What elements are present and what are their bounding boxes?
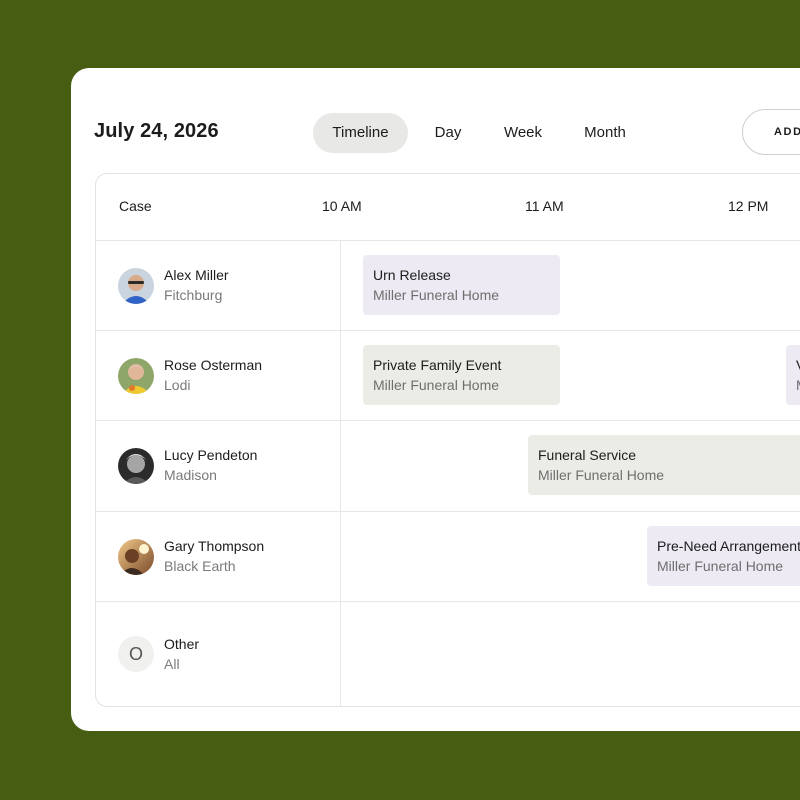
event-title: Funeral Service xyxy=(538,447,637,463)
event-title: Pre-Need Arrangement xyxy=(657,538,800,554)
tab-timeline[interactable]: Timeline xyxy=(313,113,408,153)
tab-month[interactable]: Month xyxy=(573,113,637,153)
avatar xyxy=(118,448,154,484)
tab-week[interactable]: Week xyxy=(491,113,555,153)
case-row[interactable]: Rose Osterman Lodi xyxy=(96,331,340,421)
event-location: Miller Funeral Home xyxy=(373,377,500,393)
case-name: Alex Miller xyxy=(164,267,229,283)
time-label-10am: 10 AM xyxy=(322,198,362,214)
case-location: Madison xyxy=(164,467,217,483)
event-block[interactable]: Urn Release Miller Funeral Home xyxy=(363,255,560,315)
case-location: All xyxy=(164,656,180,672)
event-block[interactable]: V M xyxy=(786,345,800,405)
event-location: Miller Funeral Home xyxy=(657,558,784,574)
event-location: M xyxy=(796,375,800,395)
case-location: Black Earth xyxy=(164,558,236,574)
tab-day[interactable]: Day xyxy=(420,113,476,153)
event-location: Miller Funeral Home xyxy=(538,467,665,483)
case-row[interactable]: Alex Miller Fitchburg xyxy=(96,241,340,331)
case-column-header: Case xyxy=(119,198,152,214)
case-name: Gary Thompson xyxy=(164,538,265,554)
column-divider xyxy=(340,240,341,706)
case-name: Rose Osterman xyxy=(164,357,263,373)
avatar: O xyxy=(118,636,154,672)
event-title: Urn Release xyxy=(373,267,451,283)
time-label-12pm: 12 PM xyxy=(728,198,769,214)
event-location: Miller Funeral Home xyxy=(373,287,500,303)
case-row[interactable]: Lucy Pendeton Madison xyxy=(96,421,340,511)
time-label-11am: 11 AM xyxy=(525,198,564,214)
case-name: Lucy Pendeton xyxy=(164,447,258,463)
event-block[interactable]: Funeral Service Miller Funeral Home xyxy=(528,435,800,495)
timeline-grid: Case 10 AM 11 AM 12 PM Alex Miller Fitch… xyxy=(95,173,800,707)
event-block[interactable]: Private Family Event Miller Funeral Home xyxy=(363,345,560,405)
case-location: Lodi xyxy=(164,377,191,393)
case-row[interactable]: O Other All xyxy=(96,602,340,706)
event-title: Private Family Event xyxy=(373,357,502,373)
case-location: Fitchburg xyxy=(164,287,223,303)
avatar xyxy=(118,268,154,304)
avatar xyxy=(118,539,154,575)
avatar xyxy=(118,358,154,394)
page-title: July 24, 2026 xyxy=(94,120,219,142)
case-row[interactable]: Gary Thompson Black Earth xyxy=(96,512,340,602)
add-button[interactable]: ADD xyxy=(742,109,800,155)
schedule-card: July 24, 2026 Timeline Day Week Month AD… xyxy=(71,68,800,731)
event-title: V xyxy=(796,355,800,375)
case-name: Other xyxy=(164,636,200,652)
event-block[interactable]: Pre-Need Arrangement Miller Funeral Home xyxy=(647,526,800,586)
